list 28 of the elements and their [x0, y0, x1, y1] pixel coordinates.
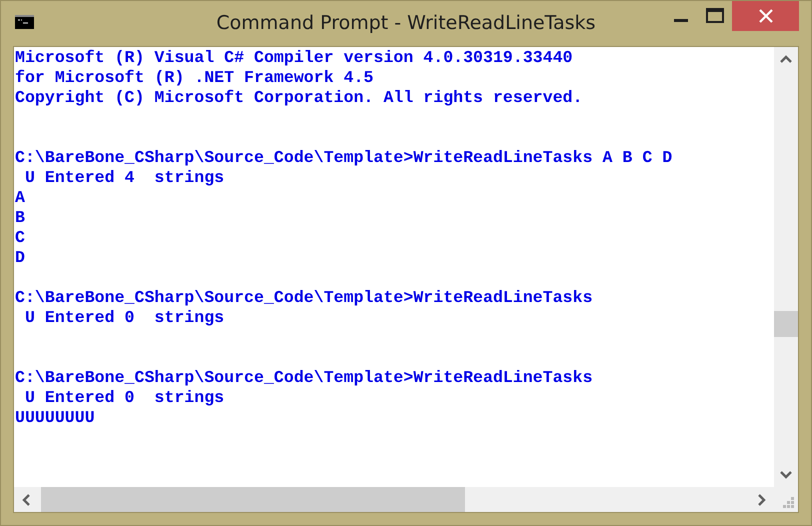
maximize-icon [706, 8, 724, 24]
vertical-scrollbar[interactable] [774, 47, 798, 487]
minimize-icon [674, 18, 688, 22]
console-line: UUUUUUUU [15, 408, 95, 427]
console-line: U Entered 0 strings [24, 308, 224, 327]
scrollbar-thumb[interactable] [41, 487, 465, 512]
scroll-down-icon[interactable] [780, 468, 792, 480]
console-line: U Entered 0 strings [24, 388, 224, 407]
horizontal-scrollbar[interactable] [14, 487, 774, 512]
scroll-left-icon[interactable] [21, 494, 33, 506]
scroll-right-icon[interactable] [755, 494, 767, 506]
console-line: for Microsoft (R) .NET Framework 4.5 [15, 68, 374, 87]
console-line: C [15, 228, 25, 247]
console-line: C:\BareBone_CSharp\Source_Code\Template>WriteReadLineTasks [15, 368, 593, 387]
console-line: Copyright (C) Microsoft Corporation. All rights reserved. [15, 88, 583, 107]
console-line: A [15, 188, 25, 207]
console-line: U Entered 4 strings [24, 168, 224, 187]
console-line: D [15, 248, 25, 267]
console-icon [15, 15, 34, 29]
window-title: Command Prompt - WriteReadLineTasks [216, 12, 596, 34]
scrollbar-thumb[interactable] [774, 311, 798, 337]
console-line: B [15, 208, 25, 227]
resize-grip-icon[interactable] [783, 497, 795, 509]
close-icon [758, 9, 772, 23]
console-line: Microsoft (R) Visual C# Compiler version 4.0.30319.33440 [15, 48, 573, 67]
console-line: C:\BareBone_CSharp\Source_Code\Template>WriteReadLineTasks [15, 288, 593, 307]
console-line: C:\BareBone_CSharp\Source_Code\Template>WriteReadLineTasks A B C D [15, 148, 672, 167]
close-button[interactable] [732, 1, 799, 31]
